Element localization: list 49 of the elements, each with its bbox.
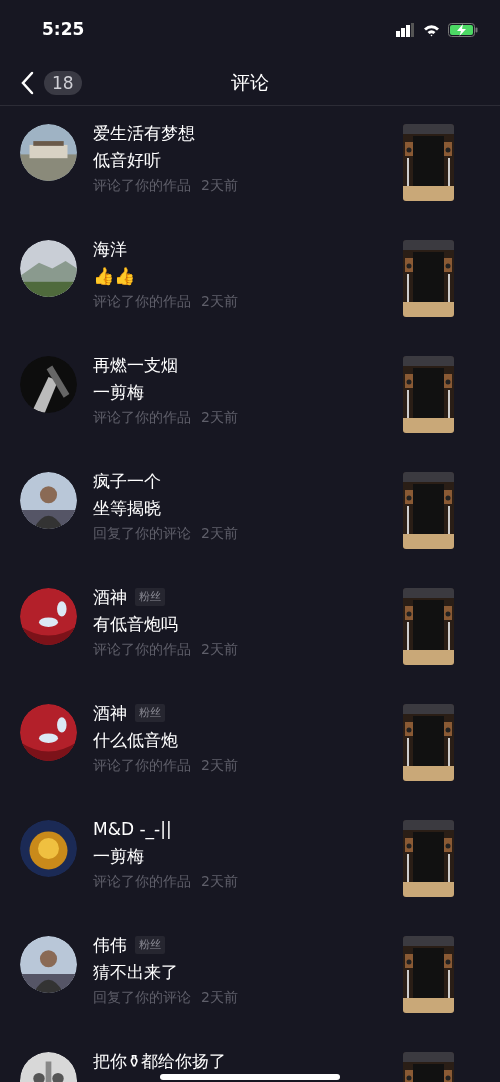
activity-text: 回复了你的评论: [93, 988, 191, 1007]
activity-text: 评论了你的作品: [93, 408, 191, 427]
page-title: 评论: [231, 70, 269, 96]
fan-badge: 粉丝: [135, 936, 165, 954]
comment-text: 坐等揭晓: [93, 497, 162, 519]
comment-text: 低音好听: [93, 149, 162, 171]
user-name[interactable]: M&D -_-||: [93, 819, 172, 839]
user-name[interactable]: 疯子一个: [93, 471, 161, 491]
user-name[interactable]: 爱生活有梦想: [93, 123, 195, 143]
comment-text: 有低音炮吗: [93, 613, 179, 635]
user-name[interactable]: 把你⚱都给你扬了: [93, 1051, 227, 1071]
comment-text: 一剪梅: [93, 845, 145, 867]
signal-icon: [396, 23, 415, 37]
time-text: 2天前: [201, 524, 238, 543]
time-text: 2天前: [201, 640, 238, 659]
comment-text: 👍👍: [93, 265, 136, 287]
battery-charging-icon: [448, 23, 478, 37]
avatar[interactable]: [20, 704, 77, 761]
user-name[interactable]: 酒神: [93, 703, 127, 723]
time-text: 2天前: [201, 872, 238, 891]
user-name[interactable]: 酒神: [93, 587, 127, 607]
time-text: 2天前: [201, 176, 238, 195]
time-text: 2天前: [201, 408, 238, 427]
avatar[interactable]: [20, 588, 77, 645]
avatar[interactable]: [20, 124, 77, 181]
avatar[interactable]: [20, 936, 77, 993]
activity-text: 评论了你的作品: [93, 872, 191, 891]
time-text: 2天前: [201, 988, 238, 1007]
back-icon[interactable]: [20, 70, 34, 95]
avatar[interactable]: [20, 240, 77, 297]
user-name[interactable]: 海洋: [93, 239, 127, 259]
time-text: 2天前: [201, 756, 238, 775]
comment-text: 什么低音炮: [93, 729, 179, 751]
activity-text: 评论了你的作品: [93, 176, 191, 195]
activity-text: 评论了你的作品: [93, 756, 191, 775]
activity-text: 回复了你的评论: [93, 524, 191, 543]
fan-badge: 粉丝: [135, 588, 165, 606]
time-text: 2天前: [201, 292, 238, 311]
avatar[interactable]: [20, 472, 77, 529]
count-badge: 18: [44, 70, 82, 95]
comment-text: 猜不出来了: [93, 961, 179, 983]
comment-text: 一剪梅: [93, 381, 145, 403]
activity-text: 评论了你的作品: [93, 292, 191, 311]
fan-badge: 粉丝: [135, 704, 165, 722]
status-time: 5:25: [42, 18, 85, 42]
wifi-icon: [423, 23, 440, 37]
user-name[interactable]: 再燃一支烟: [93, 355, 178, 375]
activity-text: 评论了你的作品: [93, 640, 191, 659]
user-name[interactable]: 伟伟: [93, 935, 127, 955]
